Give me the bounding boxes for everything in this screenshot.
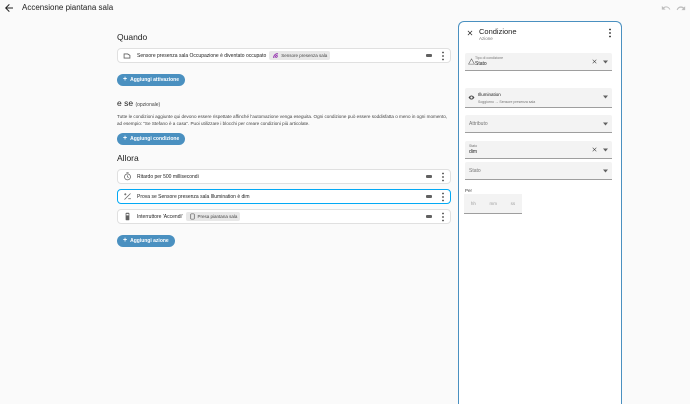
field-value: Stato: [475, 61, 487, 67]
chevron-down-icon[interactable]: [603, 60, 608, 64]
drag-handle-icon[interactable]: [426, 175, 432, 178]
plus-icon: +: [123, 76, 128, 83]
action-row-condition[interactable]: Prova se Sensore presenza sala Illuminat…: [117, 189, 451, 204]
section-title-when: Quando: [117, 32, 148, 42]
more-vert-icon[interactable]: [440, 51, 446, 61]
add-action-label: Aggiungi azione: [130, 237, 169, 244]
conditions-description: Tutte le condizioni aggiunte qui devono …: [117, 114, 448, 126]
drag-handle-icon[interactable]: [426, 195, 432, 198]
eye-icon: [468, 95, 475, 100]
clear-icon[interactable]: [591, 58, 598, 65]
minutes-field[interactable]: mm: [490, 201, 498, 206]
more-vert-icon[interactable]: [607, 28, 613, 38]
seconds-field[interactable]: ss: [511, 201, 516, 206]
add-action-button[interactable]: + Aggiungi azione: [117, 234, 175, 247]
back-arrow-icon[interactable]: [3, 2, 15, 14]
hours-field[interactable]: hh: [471, 201, 476, 206]
more-vert-icon[interactable]: [440, 172, 446, 182]
state-icon: [468, 58, 475, 65]
automation-editor: Quando Sensore presenza sala Occupazione…: [117, 32, 451, 247]
top-bar: Accensione piantana sala: [0, 0, 690, 17]
attribute-placeholder: Attributo: [469, 121, 488, 127]
redo-icon[interactable]: [676, 3, 686, 13]
power-plug-icon: [190, 213, 195, 220]
add-trigger-label: Aggiungi attivazione: [130, 76, 179, 83]
device-chip[interactable]: Sensore presenza sala: [269, 51, 331, 60]
timer-icon: [122, 172, 132, 182]
close-icon[interactable]: [466, 29, 474, 37]
entity-sub: Soggiorno → Sensore presenza sala: [478, 100, 536, 104]
condition-icon: [122, 192, 132, 202]
condition-type-select[interactable]: Tipo di condizione Stato: [465, 53, 612, 71]
undo-icon[interactable]: [661, 3, 671, 13]
clear-icon[interactable]: [591, 146, 598, 153]
conditions-optional: (opzionale): [135, 102, 161, 108]
motion-sensor-icon: [122, 51, 132, 61]
action-text: Prova se Sensore presenza sala Illuminat…: [137, 193, 250, 200]
condition-panel: Condizione Azione Tipo di condizione Sta…: [458, 21, 622, 404]
state-from-select[interactable]: Stato: [465, 162, 612, 180]
device-chip-label: Sensore presenza sala: [281, 53, 328, 58]
trigger-row[interactable]: Sensore presenza sala Occupazione è dive…: [117, 48, 451, 63]
field-label: Tipo di condizione: [475, 56, 504, 60]
action-text: Interruttore 'Accendi': [137, 213, 183, 220]
section-title-actions: Allora: [117, 153, 139, 163]
entity-value: Illumination: [478, 92, 501, 97]
duration-input[interactable]: hh mm ss: [464, 194, 522, 214]
more-vert-icon[interactable]: [440, 192, 446, 202]
action-row-switch[interactable]: Interruttore 'Accendi' Presa piantana sa…: [117, 209, 451, 224]
section-title-conditions: e se (opzionale): [117, 98, 451, 108]
device-chip[interactable]: Presa piantana sala: [185, 212, 241, 221]
chevron-down-icon[interactable]: [603, 122, 608, 126]
for-label: Per: [465, 188, 473, 193]
chevron-down-icon[interactable]: [603, 169, 608, 173]
attribute-select[interactable]: Attributo: [465, 115, 612, 133]
state-select[interactable]: Stato dim: [465, 141, 612, 159]
more-vert-icon[interactable]: [440, 212, 446, 222]
plus-icon: +: [123, 135, 128, 142]
field-value: dim: [469, 149, 478, 155]
chevron-down-icon[interactable]: [603, 95, 608, 99]
trigger-text: Sensore presenza sala Occupazione è dive…: [137, 52, 267, 59]
page-title: Accensione piantana sala: [22, 3, 114, 12]
state-placeholder: Stato: [469, 168, 481, 174]
panel-subtitle: Azione: [479, 36, 493, 41]
add-condition-button[interactable]: + Aggiungi condizione: [117, 132, 186, 145]
drag-handle-icon[interactable]: [426, 54, 432, 57]
entity-select[interactable]: Illumination Soggiorno → Sensore presenz…: [465, 88, 612, 108]
drag-handle-icon[interactable]: [426, 215, 432, 218]
device-remote-icon: [122, 212, 132, 222]
conditions-title: e se: [117, 98, 134, 108]
sensor-signal-icon: [273, 53, 279, 58]
chevron-down-icon[interactable]: [603, 148, 608, 152]
add-condition-label: Aggiungi condizione: [130, 135, 180, 142]
panel-title: Condizione: [479, 27, 517, 36]
add-trigger-button[interactable]: + Aggiungi attivazione: [117, 73, 185, 86]
action-row-delay[interactable]: Ritardo per 500 millisecondi: [117, 169, 451, 184]
action-text: Ritardo per 500 millisecondi: [137, 173, 199, 180]
field-label: Stato: [469, 144, 478, 148]
plus-icon: +: [123, 237, 128, 244]
device-chip-label: Presa piantana sala: [197, 214, 238, 219]
